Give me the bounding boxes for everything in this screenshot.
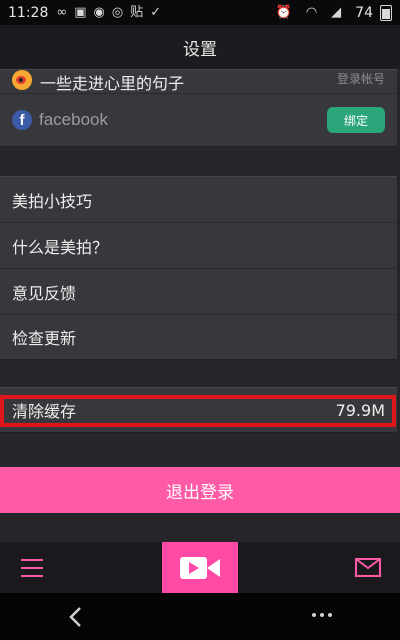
weibo-icon <box>12 70 32 90</box>
tie-icon: 贴 <box>130 5 144 20</box>
image-icon: ▣ <box>74 5 87 20</box>
back-icon[interactable] <box>68 606 82 632</box>
info-menu: 美拍小技巧 什么是美拍？ 意见反馈 检查更新 <box>0 176 397 360</box>
notification-icon: ◎ <box>111 5 124 20</box>
login-account-link[interactable]: 登录帐号 <box>337 70 385 87</box>
facebook-account-row: f facebook 绑定 <box>0 94 397 146</box>
weibo-account-row[interactable]: 一些走进心里的句子 登录帐号 <box>0 70 397 94</box>
wifi-icon: ◠ <box>305 5 318 20</box>
battery-level: 74 <box>355 4 373 21</box>
accounts-section: 一些走进心里的句子 登录帐号 f facebook 绑定 <box>0 69 397 147</box>
title-bar: 设置 <box>0 25 400 69</box>
logout-label: 退出登录 <box>166 482 234 503</box>
mail-icon[interactable] <box>355 558 381 581</box>
weibo-account-name: 一些走进心里的句子 <box>40 74 185 93</box>
menu-item-label: 检查更新 <box>12 329 77 348</box>
more-icon[interactable] <box>312 613 332 617</box>
menu-item-feedback[interactable]: 意见反馈 <box>0 269 397 315</box>
qq-icon: ◉ <box>93 5 105 20</box>
status-time: 11:28 <box>8 4 49 21</box>
facebook-label: facebook <box>39 110 108 129</box>
page-title: 设置 <box>183 39 217 60</box>
infinity-icon: ∞ <box>56 5 68 20</box>
menu-item-about[interactable]: 什么是美拍？ <box>0 223 397 269</box>
bottom-nav <box>0 542 400 593</box>
battery-icon <box>380 4 392 21</box>
signal-icon: ◢ <box>331 5 342 20</box>
system-nav-bar <box>0 593 400 640</box>
bind-button[interactable]: 绑定 <box>327 107 385 133</box>
status-bar: 11:28 ∞ ▣ ◉ ◎ 贴 ✓ ⏰ ◠ ◢ 74 <box>0 0 400 25</box>
facebook-icon: f <box>12 110 32 130</box>
alarm-icon: ⏰ <box>275 5 292 20</box>
check-icon: ✓ <box>150 5 162 20</box>
video-camera-icon <box>180 556 220 579</box>
menu-item-label: 美拍小技巧 <box>12 191 93 211</box>
menu-icon[interactable] <box>21 559 43 577</box>
menu-item-label: 意见反馈 <box>12 283 77 303</box>
menu-item-check-update[interactable]: 检查更新 <box>0 315 397 359</box>
record-video-button[interactable] <box>162 542 238 593</box>
menu-item-tips[interactable]: 美拍小技巧 <box>0 177 397 223</box>
logout-button[interactable]: 退出登录 <box>0 467 400 513</box>
highlight-box <box>0 395 396 427</box>
menu-item-label: 什么是美拍？ <box>12 237 109 257</box>
